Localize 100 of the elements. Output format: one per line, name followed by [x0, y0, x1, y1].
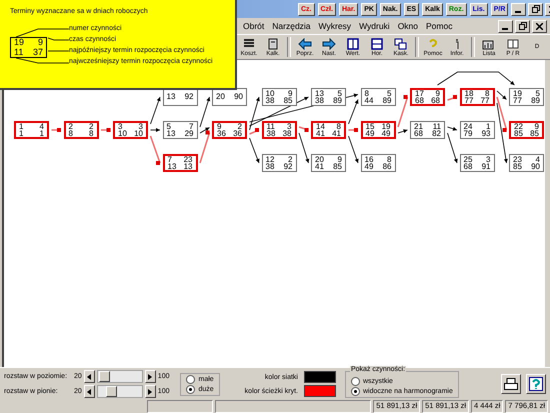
earliest-start: 13 — [166, 93, 176, 101]
latest-start: 49 — [380, 130, 390, 138]
restore-button[interactable] — [528, 2, 544, 16]
sample-latest-start: 37 — [32, 48, 43, 57]
latest-start: 13 — [182, 163, 192, 170]
latest-start: 85 — [529, 130, 539, 138]
cascade-windows-icon — [394, 38, 408, 50]
earliest-start: 49 — [364, 163, 374, 170]
menu-item[interactable]: Okno — [398, 21, 418, 31]
activity-duration: 8 — [387, 156, 392, 163]
latest-start: 10 — [133, 130, 143, 138]
printer-icon — [504, 378, 518, 390]
status-panel — [147, 400, 214, 413]
connector-arrow — [447, 95, 458, 101]
latest-start: 85 — [282, 97, 292, 104]
list-icon — [242, 38, 256, 50]
connector-arrow — [447, 126, 458, 131]
slider-thumb[interactable] — [99, 371, 110, 382]
earliest-start: 44 — [364, 97, 374, 104]
earliest-start: 36 — [217, 130, 227, 138]
connector-arrow — [348, 128, 358, 132]
activity-duration: 3 — [486, 156, 490, 163]
earliest-start: 38 — [266, 163, 276, 170]
slider-thumb[interactable] — [106, 386, 118, 397]
connector-arrow — [150, 128, 160, 132]
earliest-start: 13 — [168, 163, 178, 170]
earliest-start: 41 — [315, 163, 325, 170]
activity-duration: 8 — [485, 90, 490, 97]
earliest-start: 68 — [415, 97, 425, 104]
close-button[interactable] — [532, 20, 547, 32]
right-triangle-icon — [148, 388, 152, 394]
latest-start: 8 — [88, 130, 94, 138]
earliest-start: 38 — [315, 97, 325, 104]
latest-start: 41 — [331, 130, 341, 138]
restore-icon — [532, 5, 540, 13]
activity-number: 11 — [266, 122, 276, 130]
activity-duration: 7 — [189, 122, 194, 130]
latest-start: 38 — [282, 130, 292, 138]
scroll-left-button[interactable] — [84, 370, 95, 383]
activity-number: 18 — [464, 90, 474, 97]
left-triangle-icon — [87, 374, 92, 380]
earliest-start: 20 — [216, 93, 226, 101]
minimize-button[interactable] — [498, 20, 513, 32]
activity-number: 16 — [364, 156, 374, 163]
sample-earliest-start: 11 — [14, 48, 24, 57]
color-swatch[interactable] — [304, 385, 336, 397]
connector-arrow — [52, 128, 61, 132]
activity-duration: 1 — [486, 122, 490, 130]
restore-button[interactable] — [515, 20, 530, 32]
help-button[interactable] — [526, 374, 546, 394]
vertical-split-icon — [346, 38, 360, 50]
activity-number: 1 — [19, 122, 24, 130]
activity-duration: 9 — [338, 156, 342, 163]
activity-number: 13 — [315, 90, 325, 97]
latest-start: 91 — [480, 163, 490, 170]
earliest-start: 41 — [316, 130, 326, 138]
activity-number: 12 — [266, 156, 276, 163]
horizontal-split-icon — [370, 38, 384, 50]
earliest-start: 68 — [464, 163, 474, 170]
print-button[interactable] — [501, 374, 521, 394]
earliest-start: 13 — [166, 130, 176, 138]
activity-duration: 9 — [288, 90, 292, 97]
scroll-right-button[interactable] — [144, 370, 156, 383]
latest-start: 90 — [530, 163, 540, 170]
left-triangle-icon — [87, 388, 92, 394]
activity-duration: 8 — [336, 122, 341, 130]
latest-start: 89 — [382, 97, 392, 104]
earliest-start: 38 — [266, 97, 276, 104]
activity-duration: 2 — [288, 156, 292, 163]
calculator-icon — [266, 38, 280, 50]
earliest-start: 8 — [68, 130, 74, 138]
activity-number: 17 — [415, 90, 425, 97]
earliest-start: 68 — [414, 130, 424, 138]
menu-item[interactable]: Pomoc — [426, 21, 452, 31]
sample-duration: 9 — [36, 38, 43, 48]
activity-number: 24 — [464, 122, 474, 130]
restore-icon — [518, 22, 526, 30]
color-swatch[interactable] — [304, 371, 336, 383]
menu-item[interactable]: Obrót — [243, 21, 264, 31]
menu-item[interactable]: Narzędzia — [272, 21, 311, 31]
right-triangle-icon — [148, 374, 152, 380]
menu-item[interactable]: Wykresy — [318, 21, 352, 31]
scroll-left-button[interactable] — [84, 385, 95, 398]
connector-arrow — [348, 136, 359, 164]
latest-start: 85 — [332, 163, 342, 170]
activity-duration: 23 — [182, 156, 192, 163]
activity-number: 19 — [513, 90, 523, 97]
activity-number: 8 — [364, 90, 369, 97]
activity-number: 25 — [464, 156, 474, 163]
earliest-start: 49 — [366, 130, 376, 138]
connector-arrow — [447, 132, 458, 164]
connector-arrow — [101, 128, 110, 132]
menu-item[interactable]: Wydruki — [359, 21, 390, 31]
scroll-right-button[interactable] — [144, 385, 156, 398]
activity-number: 14 — [316, 122, 326, 130]
activity-number: 22 — [514, 122, 524, 130]
close-icon — [536, 22, 543, 30]
minimize-button[interactable] — [511, 2, 526, 16]
activity-duration: 5 — [338, 90, 342, 97]
latest-start: 29 — [184, 130, 194, 138]
